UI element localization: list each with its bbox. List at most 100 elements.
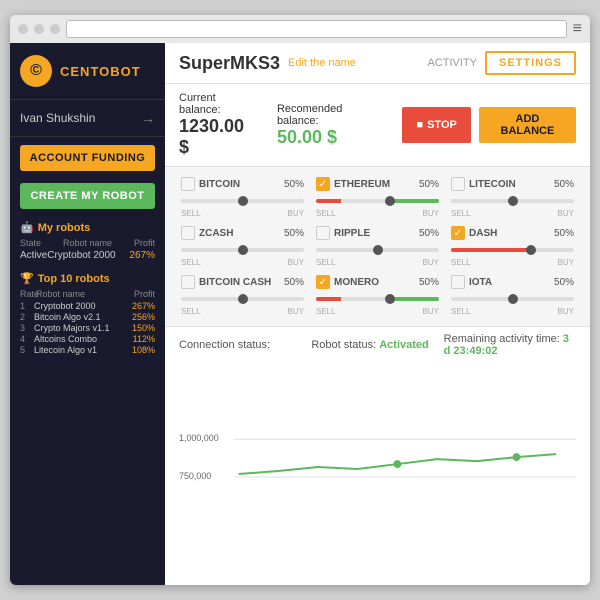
litecoin-slider[interactable] <box>451 195 574 207</box>
browser-menu-icon[interactable]: ≡ <box>573 20 582 38</box>
top10-table: Rate Robot name Profit 1Cryptobot 200026… <box>10 287 165 358</box>
sidebar-logo: © CENTOBOT <box>10 43 165 100</box>
app-body: © CENTOBOT Ivan Shukshin → ACCOUNT FUNDI… <box>10 43 590 585</box>
dash-checkbox[interactable]: ✓ <box>451 226 465 240</box>
ripple-name: RIPPLE <box>334 228 415 239</box>
action-buttons: ■ STOP ADD BALANCE <box>402 107 576 143</box>
crypto-header-ripple: RIPPLE 50% <box>316 226 439 240</box>
bitcoin-cash-name: BITCOIN CASH <box>199 277 280 288</box>
ethereum-slider[interactable] <box>316 195 439 207</box>
ripple-checkbox[interactable] <box>316 226 330 240</box>
remaining-time: Remaining activity time: 3 d 23:49:02 <box>444 333 576 357</box>
crypto-header-zcash: ZCASH 50% <box>181 226 304 240</box>
crypto-header-bitcoin-cash: BITCOIN CASH 50% <box>181 275 304 289</box>
iota-pct: 50% <box>554 277 574 288</box>
dash-pct: 50% <box>554 228 574 239</box>
account-funding-button[interactable]: ACCOUNT FUNDING <box>20 145 155 171</box>
monero-name: MONERO <box>334 277 415 288</box>
top10-row: 5Litecoin Algo v1108% <box>20 345 155 355</box>
bitcoin-slider[interactable] <box>181 195 304 207</box>
monero-pct: 50% <box>419 277 439 288</box>
current-balance-label: Current balance: <box>179 92 257 116</box>
activity-link[interactable]: ACTIVITY <box>427 57 477 69</box>
bitcoin-cash-slider[interactable] <box>181 293 304 305</box>
chart-area: 1,000,000 750,000 <box>165 363 590 585</box>
recommended-balance-block: Recomended balance: 50.00 $ <box>277 103 383 148</box>
browser-window: ≡ © CENTOBOT Ivan Shukshin → ACCOUNT FUN… <box>10 15 590 585</box>
crypto-cell-dash: ✓ DASH 50% SELLBUY <box>445 222 580 271</box>
my-robots-table: State Robot name Profit Active Cryptobot… <box>10 236 165 264</box>
ripple-slider[interactable] <box>316 244 439 256</box>
recommended-balance-label: Recomended balance: <box>277 103 383 127</box>
zcash-checkbox[interactable] <box>181 226 195 240</box>
zcash-slider[interactable] <box>181 244 304 256</box>
browser-dot-2 <box>34 24 44 34</box>
iota-slider[interactable] <box>451 293 574 305</box>
stop-button[interactable]: ■ STOP <box>402 107 470 143</box>
dash-slider[interactable] <box>451 244 574 256</box>
crypto-cell-bitcoin: BITCOIN 50% SELLBUY <box>175 173 310 222</box>
browser-url-bar[interactable] <box>66 20 567 38</box>
crypto-grid: BITCOIN 50% SELLBUY ✓ ETHEREUM 50% <box>165 167 590 326</box>
page-title: SuperMKS3 <box>179 53 280 74</box>
top10-section: 🏆 Top 10 robots <box>10 264 165 287</box>
crypto-header-bitcoin: BITCOIN 50% <box>181 177 304 191</box>
logo-icon: © <box>20 55 52 87</box>
dash-name: DASH <box>469 228 550 239</box>
litecoin-checkbox[interactable] <box>451 177 465 191</box>
browser-dot-3 <box>50 24 60 34</box>
crypto-cell-zcash: ZCASH 50% SELLBUY <box>175 222 310 271</box>
chart-svg: 1,000,000 750,000 <box>179 369 576 579</box>
iota-name: IOTA <box>469 277 550 288</box>
edit-name-link[interactable]: Edit the name <box>288 57 356 69</box>
top10-row: 1Cryptobot 2000267% <box>20 301 155 311</box>
sidebar: © CENTOBOT Ivan Shukshin → ACCOUNT FUNDI… <box>10 43 165 585</box>
ripple-pct: 50% <box>419 228 439 239</box>
crypto-cell-bitcoin-cash: BITCOIN CASH 50% SELLBUY <box>175 271 310 320</box>
bitcoin-cash-checkbox[interactable] <box>181 275 195 289</box>
header-actions: ACTIVITY SETTINGS <box>427 51 576 75</box>
my-robots-section: 🤖 My robots <box>10 213 165 236</box>
bitcoin-checkbox[interactable] <box>181 177 195 191</box>
litecoin-name: LITECOIN <box>469 179 550 190</box>
user-name: Ivan Shukshin <box>20 111 95 125</box>
balance-row: Current balance: 1230.00 $ Recomended ba… <box>165 84 590 167</box>
zcash-name: ZCASH <box>199 228 280 239</box>
status-bar: Connection status: Robot status: Activat… <box>165 326 590 363</box>
add-balance-button[interactable]: ADD BALANCE <box>479 107 576 143</box>
my-robots-header: State Robot name Profit <box>20 238 155 248</box>
browser-dot-1 <box>18 24 28 34</box>
recommended-balance-value: 50.00 $ <box>277 127 383 148</box>
current-balance-value: 1230.00 $ <box>179 116 257 158</box>
robot-status: Robot status: Activated <box>311 339 443 351</box>
ethereum-checkbox[interactable]: ✓ <box>316 177 330 191</box>
create-robot-button[interactable]: CREATE MY ROBOT <box>20 183 155 209</box>
crypto-header-iota: IOTA 50% <box>451 275 574 289</box>
chart-label-750000: 750,000 <box>179 471 211 481</box>
my-robots-row: Active Cryptobot 2000 267% <box>20 250 155 261</box>
crypto-cell-iota: IOTA 50% SELLBUY <box>445 271 580 320</box>
logout-icon[interactable]: → <box>141 110 155 126</box>
top10-row: 2Bitcoin Algo v2.1256% <box>20 312 155 322</box>
monero-slider[interactable] <box>316 293 439 305</box>
ethereum-pct: 50% <box>419 179 439 190</box>
zcash-pct: 50% <box>284 228 304 239</box>
monero-checkbox[interactable]: ✓ <box>316 275 330 289</box>
main-header: SuperMKS3 Edit the name ACTIVITY SETTING… <box>165 43 590 84</box>
stop-icon: ■ <box>416 119 423 131</box>
crypto-cell-ripple: RIPPLE 50% SELLBUY <box>310 222 445 271</box>
iota-checkbox[interactable] <box>451 275 465 289</box>
main-content: SuperMKS3 Edit the name ACTIVITY SETTING… <box>165 43 590 585</box>
crypto-header-monero: ✓ MONERO 50% <box>316 275 439 289</box>
crypto-cell-litecoin: LITECOIN 50% SELLBUY <box>445 173 580 222</box>
browser-bar: ≡ <box>10 15 590 43</box>
current-balance-block: Current balance: 1230.00 $ <box>179 92 257 158</box>
bitcoin-name: BITCOIN <box>199 179 280 190</box>
crypto-header-ethereum: ✓ ETHEREUM 50% <box>316 177 439 191</box>
logo-text: CENTOBOT <box>60 64 141 79</box>
page-title-row: SuperMKS3 Edit the name <box>179 53 356 74</box>
user-row: Ivan Shukshin → <box>10 100 165 137</box>
top10-header: Rate Robot name Profit <box>20 289 155 299</box>
connection-status: Connection status: <box>179 339 311 351</box>
settings-button[interactable]: SETTINGS <box>485 51 576 75</box>
